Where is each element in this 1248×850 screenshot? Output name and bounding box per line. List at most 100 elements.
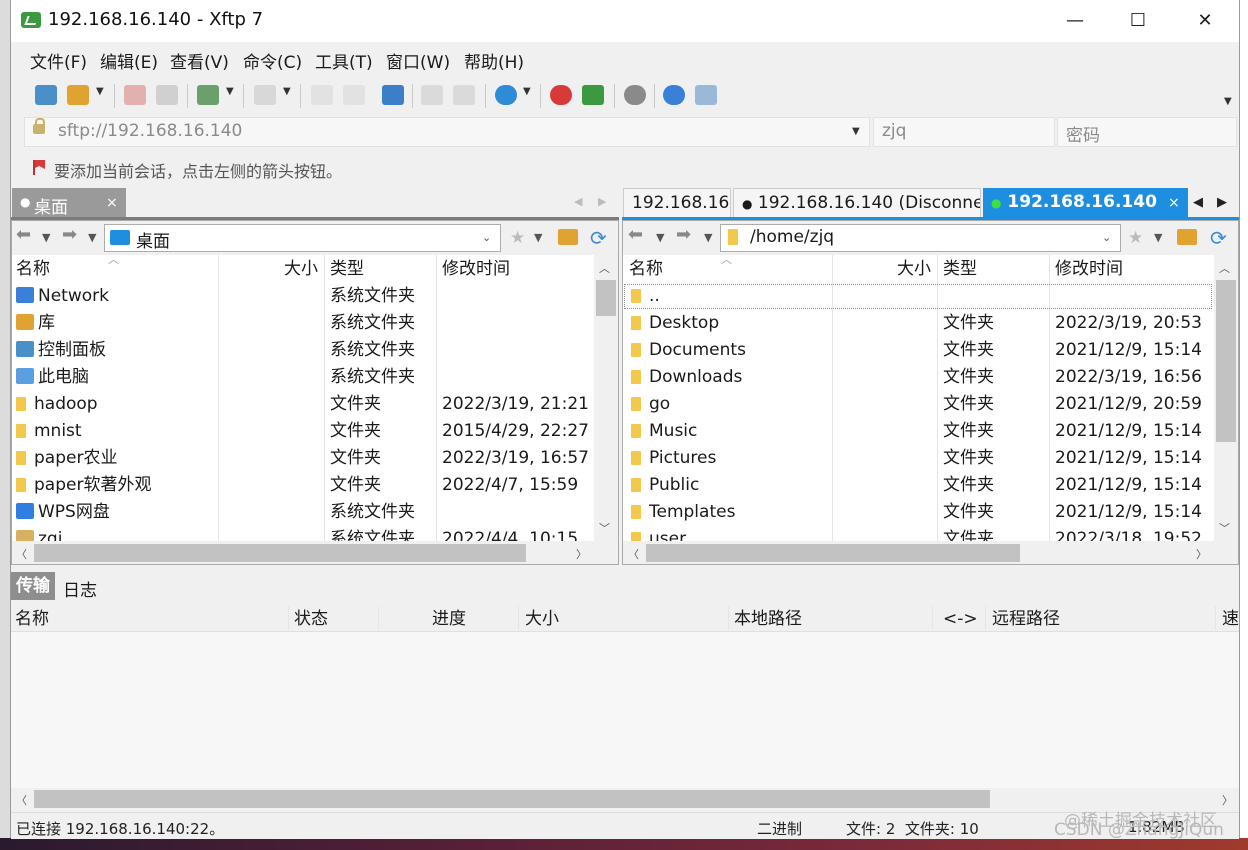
menu-command[interactable]: 命令(C) [243, 48, 302, 73]
transfer-col-remote-path[interactable]: 远程路径 [992, 605, 1060, 633]
menu-file[interactable]: 文件(F) [30, 48, 87, 73]
file-name[interactable]: .. [631, 283, 660, 310]
session-properties-icon[interactable] [197, 85, 219, 105]
open-dropdown-icon[interactable]: ▼ [96, 86, 104, 97]
table-row[interactable]: Public 文件夹 2021/12/9, 15:14 [623, 472, 1214, 499]
password-field[interactable]: 密码 [1057, 117, 1237, 147]
forward-dropdown-icon[interactable]: ▼ [88, 231, 96, 244]
globe-dropdown-icon[interactable]: ▼ [523, 86, 531, 97]
globe-icon[interactable] [495, 85, 517, 105]
right-vscroll-thumb[interactable] [1216, 280, 1236, 442]
table-row[interactable]: Documents 文件夹 2021/12/9, 15:14 [623, 337, 1214, 364]
file-name[interactable]: Documents [631, 337, 746, 364]
tab-transfer[interactable]: 传输 [11, 572, 55, 600]
tab-active-close-icon[interactable]: × [1168, 195, 1180, 211]
home-folder-icon[interactable] [558, 229, 578, 245]
table-row[interactable]: Network 系统文件夹 [12, 283, 594, 310]
tab-session-1[interactable]: 192.168.16.... [623, 188, 731, 218]
file-name[interactable]: Music [631, 418, 697, 445]
properties-dropdown-icon[interactable]: ▼ [226, 86, 234, 97]
back-arrow-icon[interactable]: ⬅ [16, 226, 38, 244]
play-dropdown-icon[interactable]: ▼ [283, 86, 291, 97]
left-vscroll-thumb[interactable] [596, 280, 616, 316]
tab-session-active[interactable]: ● 192.168.16.140 [983, 188, 1188, 218]
file-name[interactable]: go [631, 391, 670, 418]
tab-prev-icon[interactable]: ◀ [1193, 195, 1203, 210]
home-folder-icon[interactable] [1177, 229, 1197, 245]
back-dropdown-icon[interactable]: ▼ [42, 231, 50, 244]
forward-arrow-icon[interactable]: ➡ [62, 226, 84, 244]
favorite-star-icon[interactable]: ★ [510, 228, 525, 248]
tab-scroll-left-icon[interactable]: ◀ [574, 195, 582, 208]
tab-scroll-right-icon[interactable]: ▶ [598, 195, 606, 208]
transfer-col-speed[interactable]: 速 [1222, 605, 1239, 633]
table-row[interactable]: mnist 文件夹 2015/4/29, 22:27 [12, 418, 594, 445]
table-row[interactable]: zqi 系统文件夹 2022/4/4, 10:15 [12, 526, 594, 541]
table-row[interactable]: Downloads 文件夹 2022/3/19, 16:56 [623, 364, 1214, 391]
file-name[interactable]: Downloads [631, 364, 742, 391]
file-name[interactable]: WPS网盘 [16, 499, 110, 526]
forward-arrow-icon[interactable]: ➡ [676, 226, 698, 244]
left-path-dropdown-icon[interactable]: ⌄ [482, 231, 491, 244]
close-button[interactable]: ✕ [1181, 6, 1229, 36]
table-row[interactable]: user 文件夹 2022/3/18, 19:52 [623, 526, 1214, 541]
scroll-left-icon[interactable]: 〈 [628, 546, 639, 562]
upload-icon[interactable] [311, 85, 333, 105]
copy-icon[interactable] [421, 85, 443, 105]
arrow-flag-icon[interactable] [32, 159, 46, 175]
column-type[interactable]: 类型 [943, 255, 977, 283]
help-icon[interactable] [663, 85, 685, 105]
tab-next-icon[interactable]: ▶ [1217, 195, 1227, 210]
tab-log[interactable]: 日志 [63, 576, 97, 601]
transfer-col-progress[interactable]: 进度 [432, 605, 466, 633]
forward-dropdown-icon[interactable]: ▼ [704, 231, 712, 244]
column-name[interactable]: 名称 [629, 255, 663, 283]
xftp-icon[interactable] [582, 85, 604, 105]
file-name[interactable]: paper农业 [16, 445, 117, 472]
scroll-left-icon[interactable]: 〈 [16, 792, 27, 808]
scroll-up-icon[interactable]: ︿ [599, 260, 610, 276]
table-row[interactable]: Desktop 文件夹 2022/3/19, 20:53 [623, 310, 1214, 337]
favorite-dropdown-icon[interactable]: ▼ [1154, 231, 1162, 244]
column-name[interactable]: 名称 [16, 255, 50, 283]
right-path-dropdown-icon[interactable]: ⌄ [1102, 231, 1111, 244]
maximize-button[interactable]: ☐ [1114, 6, 1162, 36]
parent-dir-row[interactable]: .. [623, 283, 1214, 310]
tab-desktop-close-icon[interactable]: × [106, 195, 118, 211]
table-row[interactable]: go 文件夹 2021/12/9, 20:59 [623, 391, 1214, 418]
left-hscroll-thumb[interactable] [34, 544, 526, 562]
transfer-mode[interactable]: 二进制 [757, 818, 802, 839]
menu-view[interactable]: 查看(V) [170, 48, 229, 73]
tab-session-2-label[interactable]: 192.168.16.140 (Disconne... [758, 193, 980, 213]
play-icon[interactable] [254, 85, 276, 105]
column-modified[interactable]: 修改时间 [1055, 255, 1123, 283]
right-hscroll-thumb[interactable] [646, 544, 1020, 562]
table-row[interactable]: Pictures 文件夹 2021/12/9, 15:14 [623, 445, 1214, 472]
scroll-right-icon[interactable]: 〉 [1222, 792, 1233, 808]
transfer-col-direction[interactable]: <-> [943, 605, 978, 633]
address-input[interactable]: sftp://192.168.16.140 [58, 121, 242, 141]
favorite-star-icon[interactable]: ★ [1128, 228, 1143, 248]
toolbar-overflow-icon[interactable]: ▼ [1224, 96, 1232, 107]
file-name[interactable]: paper软著外观 [16, 472, 151, 499]
table-row[interactable]: WPS网盘 系统文件夹 [12, 499, 594, 526]
open-folder-icon[interactable] [67, 85, 89, 105]
file-name[interactable]: 库 [16, 310, 55, 337]
scroll-right-icon[interactable]: 〉 [576, 546, 587, 562]
scroll-right-icon[interactable]: 〉 [1196, 546, 1207, 562]
chat-icon[interactable] [695, 85, 717, 105]
scroll-down-icon[interactable]: ﹀ [599, 520, 610, 536]
tab-session-active-label[interactable]: 192.168.16.140 [1007, 192, 1157, 212]
table-row[interactable]: paper软著外观 文件夹 2022/4/7, 15:59 [12, 472, 594, 499]
minimize-button[interactable]: — [1051, 6, 1099, 36]
username-field[interactable]: zjq [873, 117, 1055, 147]
file-name[interactable]: Desktop [631, 310, 719, 337]
file-name[interactable]: 此电脑 [16, 364, 89, 391]
favorite-dropdown-icon[interactable]: ▼ [534, 231, 542, 244]
address-dropdown-icon[interactable]: ▼ [852, 126, 860, 137]
transfer-col-name[interactable]: 名称 [15, 605, 49, 633]
file-name[interactable]: mnist [16, 418, 82, 445]
column-modified[interactable]: 修改时间 [442, 255, 510, 283]
reconnect-icon[interactable] [156, 85, 178, 105]
disconnect-icon[interactable] [124, 85, 146, 105]
